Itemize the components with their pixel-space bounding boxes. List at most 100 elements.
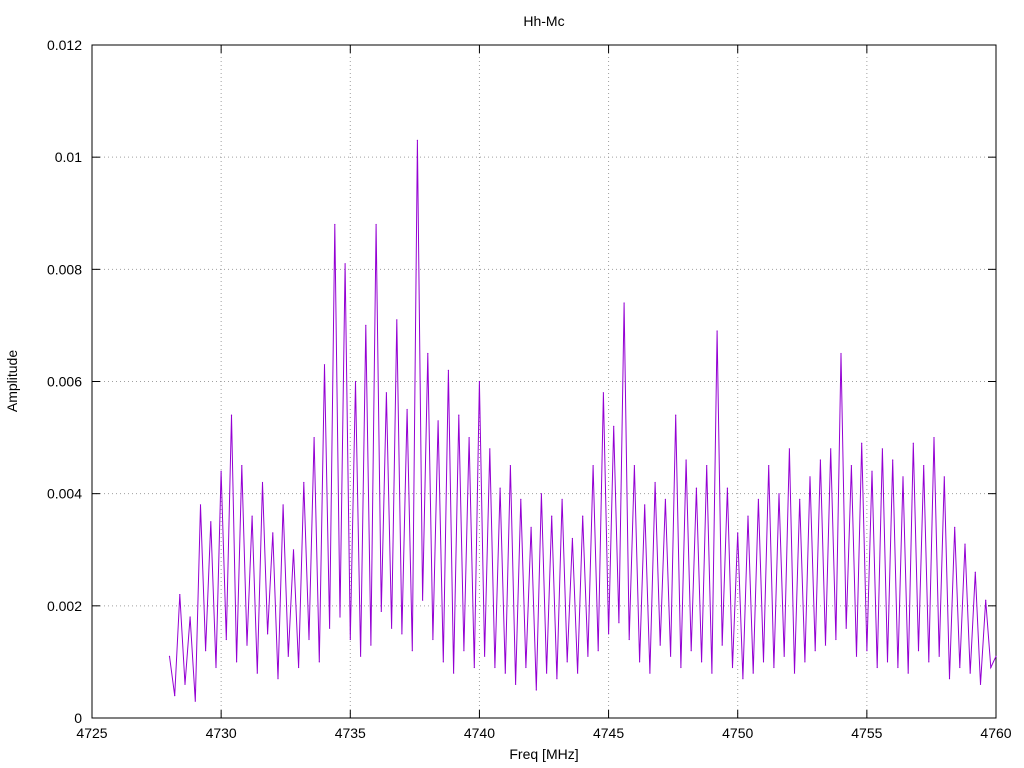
data-point	[762, 661, 765, 663]
data-point	[752, 672, 754, 674]
data-point	[706, 465, 708, 467]
data-point	[747, 515, 749, 517]
chart-title: Hh-Mc	[523, 13, 564, 29]
data-point	[577, 672, 579, 674]
data-point	[520, 498, 522, 500]
data-point	[174, 695, 176, 697]
data-point	[241, 465, 243, 467]
data-point	[788, 448, 791, 450]
data-point	[318, 661, 320, 663]
data-point	[990, 666, 992, 669]
data-point	[354, 380, 357, 383]
data-point	[835, 638, 837, 641]
data-point	[323, 364, 326, 366]
y-tick-label: 0.012	[47, 37, 82, 53]
data-point	[664, 498, 667, 500]
data-point	[571, 537, 574, 540]
data-point	[298, 666, 300, 669]
data-point	[272, 532, 274, 534]
data-point	[778, 493, 780, 495]
spectrum-chart: 4725 4730 4735 4740 4745 4750 4755 4760 0 0.002 0.…	[4, 13, 1012, 762]
data-point	[912, 442, 914, 444]
data-point	[608, 633, 610, 635]
data-point	[793, 672, 796, 674]
data-point	[933, 437, 935, 439]
data-point	[897, 666, 899, 669]
x-tick-label: 4760	[980, 725, 1011, 741]
data-point	[670, 655, 672, 657]
x-tick-label: 4735	[335, 725, 366, 741]
data-point	[551, 515, 553, 517]
data-point	[602, 392, 605, 394]
x-tick-label: 4730	[206, 725, 237, 741]
data-point	[592, 465, 594, 467]
data-point	[473, 666, 475, 669]
data-point	[458, 414, 460, 416]
data-point	[830, 448, 832, 450]
data-point	[613, 425, 615, 427]
data-point	[344, 263, 346, 265]
data-point	[695, 487, 698, 489]
data-point	[411, 650, 413, 652]
grid-lines	[92, 45, 996, 718]
data-point	[690, 650, 692, 652]
data-point	[504, 672, 506, 674]
data-point	[416, 139, 418, 141]
x-tick-label: 4755	[851, 725, 882, 741]
data-point	[597, 650, 599, 652]
data-point	[422, 599, 424, 601]
data-point	[282, 504, 284, 506]
data-point	[313, 437, 315, 439]
data-point	[427, 352, 429, 355]
data-point	[406, 408, 408, 411]
data-point	[716, 330, 718, 332]
data-point	[969, 672, 971, 674]
data-point	[773, 666, 775, 669]
data-point	[489, 448, 491, 450]
data-point	[917, 650, 920, 652]
data-point	[680, 666, 682, 669]
data-point	[375, 223, 377, 226]
data-point	[236, 661, 238, 663]
data-point	[731, 666, 734, 669]
data-point	[876, 666, 878, 669]
data-point	[685, 459, 687, 461]
x-tick-label: 4750	[722, 725, 753, 741]
data-point	[499, 487, 501, 489]
data-point	[230, 414, 233, 416]
data-point	[819, 459, 822, 461]
data-point	[189, 616, 191, 618]
data-point	[515, 683, 517, 686]
data-point	[783, 655, 785, 657]
data-point	[959, 666, 961, 669]
data-point	[582, 515, 584, 517]
data-point	[866, 650, 868, 652]
data-point	[907, 672, 909, 674]
x-axis-label: Freq [MHz]	[509, 746, 578, 762]
data-point	[938, 655, 940, 657]
data-point	[334, 223, 336, 226]
data-point	[726, 487, 729, 489]
data-point	[494, 666, 496, 669]
data-point	[220, 470, 222, 472]
data-point	[892, 459, 894, 461]
data-point	[349, 638, 351, 641]
data-point	[757, 498, 760, 500]
data-point	[225, 638, 227, 641]
y-tick-label: 0.01	[55, 149, 82, 165]
series-line	[169, 140, 997, 702]
data-point	[979, 683, 982, 686]
data-point	[742, 678, 744, 680]
y-tick-label: 0.004	[47, 486, 82, 502]
y-tick-label: 0.002	[47, 598, 82, 614]
data-point	[561, 498, 563, 500]
data-point	[396, 319, 398, 321]
data-point	[540, 493, 543, 495]
data-point	[261, 481, 264, 484]
data-point	[447, 369, 449, 371]
data-point	[623, 302, 625, 304]
data-point	[380, 610, 382, 613]
data-point	[633, 465, 636, 467]
data-point	[881, 448, 884, 450]
data-point	[194, 700, 196, 702]
